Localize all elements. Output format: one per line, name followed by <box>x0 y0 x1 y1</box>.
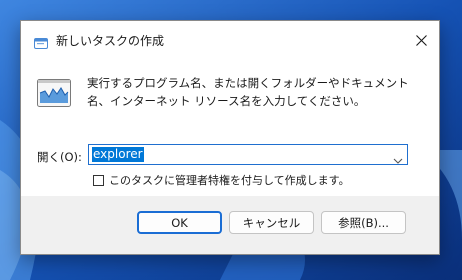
open-label: 開く(O): <box>37 150 82 164</box>
run-window-icon <box>34 34 48 49</box>
dialog-content: 実行するプログラム名、または開くフォルダーやドキュメント名、インターネット リソ… <box>21 59 439 196</box>
run-app-icon <box>37 79 71 107</box>
create-new-task-dialog: 新しいタスクの作成 実行するプログラム名、または開くフォルダーやドキュメント名、… <box>20 20 440 255</box>
open-input-value[interactable]: explorer <box>92 147 144 162</box>
close-button[interactable] <box>403 21 439 59</box>
instruction-text: 実行するプログラム名、または開くフォルダーやドキュメント名、インターネット リソ… <box>87 76 409 108</box>
admin-privileges-option[interactable]: このタスクに管理者特権を付与して作成します。 <box>93 172 350 188</box>
dialog-title: 新しいタスクの作成 <box>56 34 165 48</box>
title-bar: 新しいタスクの作成 <box>21 21 439 59</box>
button-bar: OK キャンセル 参照(B)... <box>21 196 439 254</box>
chevron-down-icon[interactable] <box>393 150 403 164</box>
open-combobox[interactable]: explorer <box>88 144 408 165</box>
close-icon <box>415 31 427 50</box>
admin-privileges-checkbox[interactable] <box>93 174 104 186</box>
browse-button[interactable]: 参照(B)... <box>321 211 406 234</box>
admin-privileges-label: このタスクに管理者特権を付与して作成します。 <box>109 174 350 187</box>
ok-button[interactable]: OK <box>137 211 222 234</box>
cancel-button[interactable]: キャンセル <box>229 211 314 234</box>
